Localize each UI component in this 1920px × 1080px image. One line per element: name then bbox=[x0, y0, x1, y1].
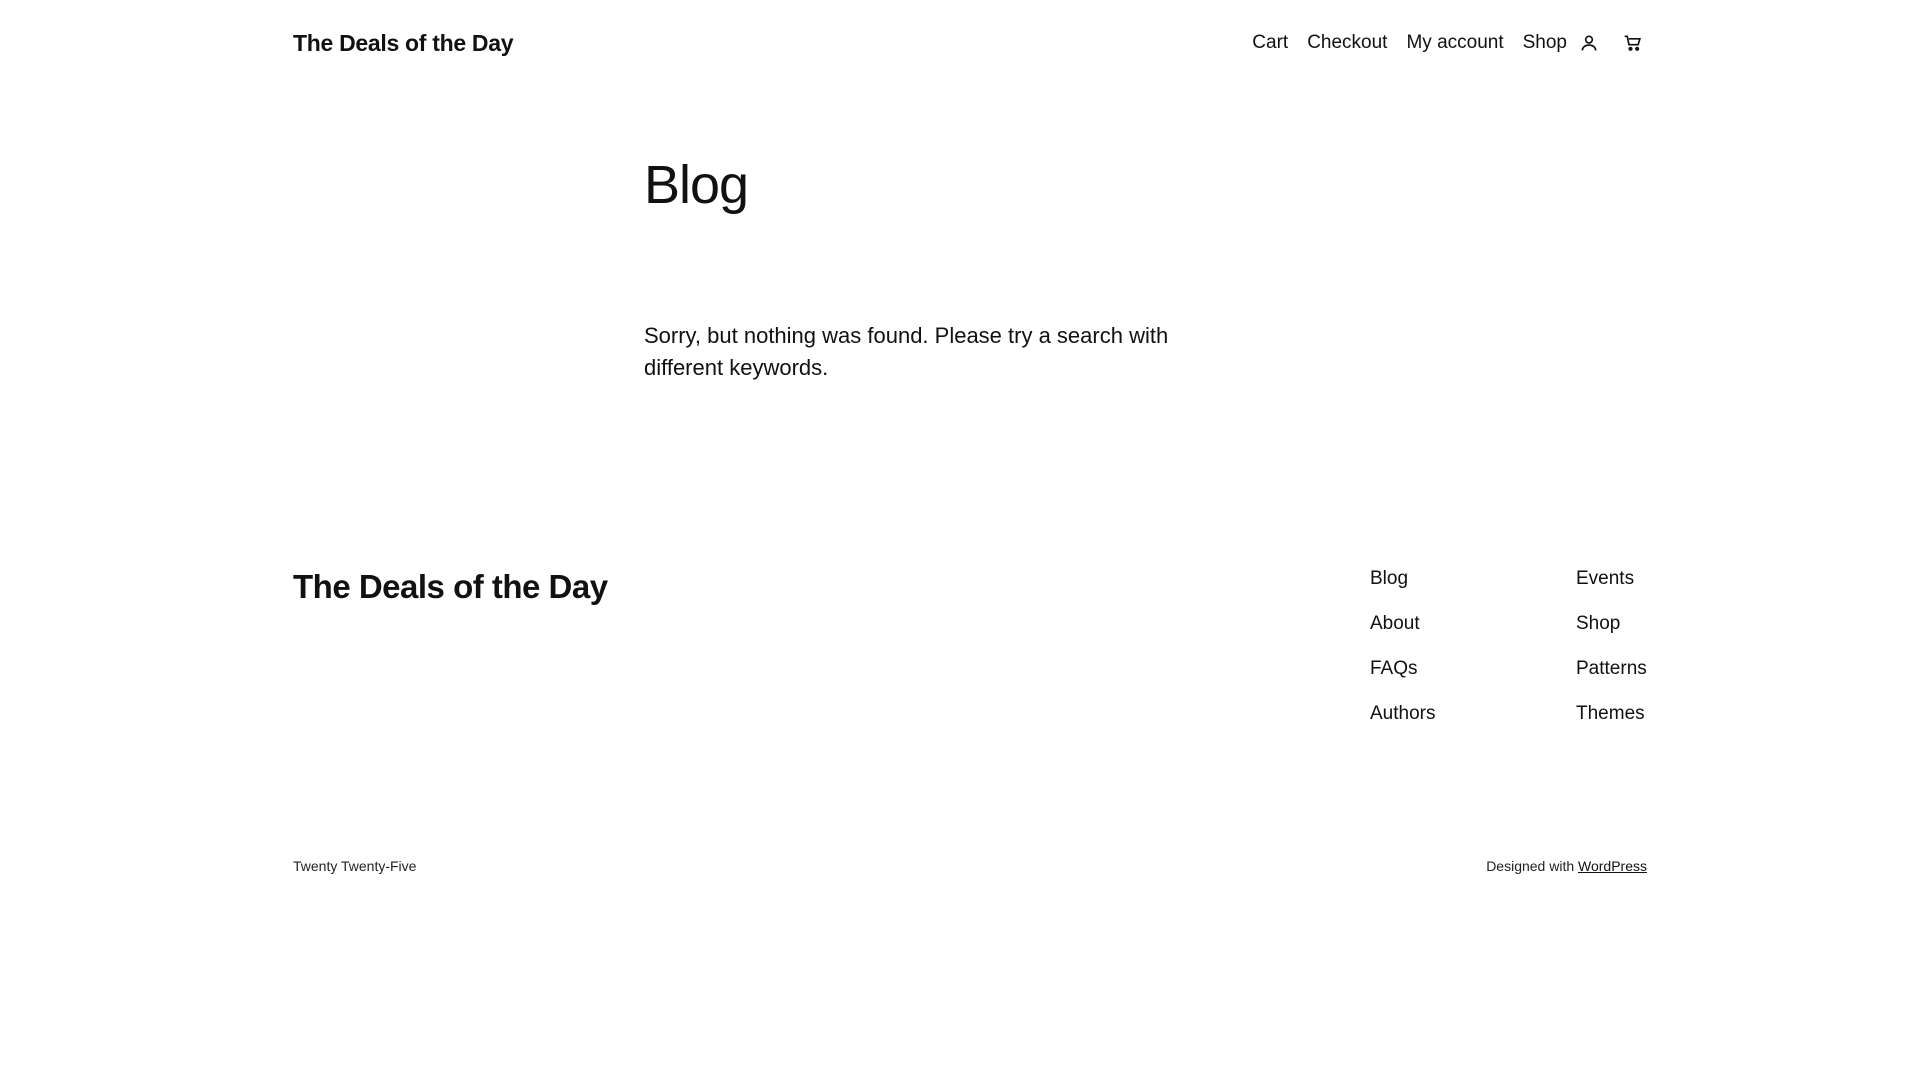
main-nav: Cart Checkout My account Shop bbox=[1252, 29, 1647, 57]
no-results-message: Sorry, but nothing was found. Please try… bbox=[644, 323, 1169, 380]
account-button[interactable] bbox=[1575, 29, 1603, 57]
cart-icon bbox=[1624, 35, 1641, 51]
footer-link-authors[interactable]: Authors bbox=[1370, 702, 1435, 726]
footer-link-faqs[interactable]: FAQs bbox=[1370, 657, 1435, 681]
site-footer: The Deals of the Day Blog About FAQs Aut… bbox=[293, 565, 1647, 724]
wordpress-link[interactable]: WordPress bbox=[1578, 858, 1647, 874]
footer-link-patterns[interactable]: Patterns bbox=[1576, 657, 1647, 681]
footer-nav-column-2: Events Shop Patterns Themes bbox=[1576, 567, 1647, 747]
nav-shop-link[interactable]: Shop bbox=[1523, 32, 1567, 54]
footer-site-title-link[interactable]: The Deals of the Day bbox=[293, 568, 608, 605]
nav-my-account-link[interactable]: My account bbox=[1406, 32, 1503, 54]
theme-name: Twenty Twenty-Five bbox=[293, 858, 417, 874]
page-title: Blog bbox=[644, 155, 749, 215]
footer-link-themes[interactable]: Themes bbox=[1576, 702, 1647, 726]
designed-with-text: Designed with WordPress bbox=[1486, 858, 1647, 874]
mini-cart-button[interactable] bbox=[1619, 29, 1647, 57]
nav-checkout-link[interactable]: Checkout bbox=[1307, 32, 1387, 54]
footer-link-blog[interactable]: Blog bbox=[1370, 567, 1435, 591]
site-header: The Deals of the Day Cart Checkout My ac… bbox=[293, 24, 1647, 62]
footer-nav-column-1: Blog About FAQs Authors bbox=[1370, 567, 1435, 747]
site-title-link[interactable]: The Deals of the Day bbox=[293, 30, 514, 57]
footer-credits: Twenty Twenty-Five Designed with WordPre… bbox=[293, 858, 1647, 874]
footer-link-shop[interactable]: Shop bbox=[1576, 612, 1647, 636]
footer-link-about[interactable]: About bbox=[1370, 612, 1435, 636]
nav-cart-link[interactable]: Cart bbox=[1252, 32, 1288, 54]
designed-with-label: Designed with bbox=[1486, 858, 1575, 874]
user-icon bbox=[1581, 35, 1597, 51]
footer-link-events[interactable]: Events bbox=[1576, 567, 1647, 591]
main-content: Blog Sorry, but nothing was found. Pleas… bbox=[644, 150, 1204, 406]
